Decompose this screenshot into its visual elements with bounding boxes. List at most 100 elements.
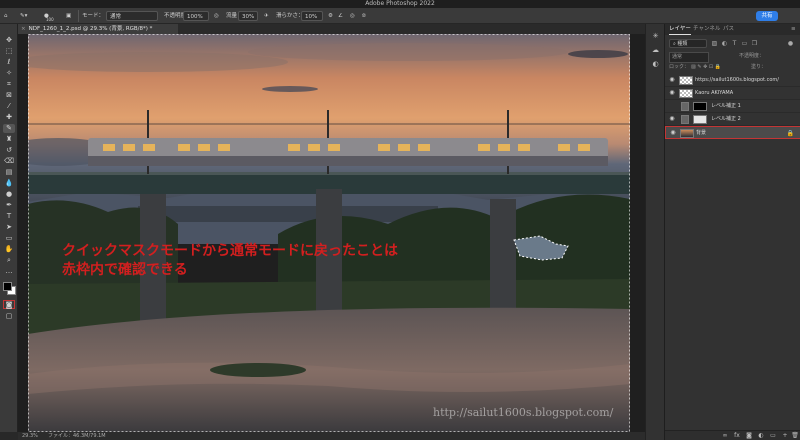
layer-mask-thumbnail[interactable]	[693, 115, 707, 124]
tab-channels[interactable]: チャンネル	[693, 24, 720, 35]
brush-tool-icon[interactable]: ✎	[3, 124, 15, 133]
shape-tool-icon[interactable]: ▭	[3, 234, 15, 243]
tab-layers[interactable]: レイヤー	[669, 24, 691, 35]
foreground-color-swatch[interactable]	[3, 282, 12, 291]
clone-stamp-tool-icon[interactable]: ♜	[3, 135, 15, 144]
layer-name: Kaoru AKIYAMA	[695, 90, 734, 96]
document-tab[interactable]: × NDF_1260_1_2.psd @ 29.3% (背景, RGB/8*) *	[18, 24, 178, 34]
filter-pixel-icon[interactable]: ▨	[711, 39, 718, 48]
adjustment-layer-icon[interactable]: ◐	[757, 432, 765, 440]
annotation-line-1: クイックマスクモードから通常モードに戻ったことは	[62, 243, 398, 259]
move-tool-icon[interactable]: ✥	[3, 36, 15, 45]
lock-row: ロック： ▨ ✎ ✥ ⊡ 🔒 塗り：	[669, 63, 797, 72]
quick-select-tool-icon[interactable]: ✧	[3, 69, 15, 78]
layer-row[interactable]: ◉ Kaoru AKIYAMA	[665, 87, 800, 100]
file-size-info[interactable]: ファイル：46.3M/79.1M	[48, 432, 106, 440]
screen-mode-icon[interactable]: ▢	[3, 312, 15, 321]
adjustment-icon	[681, 102, 689, 111]
lock-icons[interactable]: ▨ ✎ ✥ ⊡ 🔒	[691, 63, 721, 72]
divider	[78, 10, 79, 22]
eraser-tool-icon[interactable]: ⌫	[3, 157, 15, 166]
layer-row[interactable]: レベル補正 1	[665, 100, 800, 113]
filter-smart-object-icon[interactable]: ❐	[751, 39, 758, 48]
pressure-size-icon[interactable]: ◎	[350, 11, 355, 21]
document-tab-bar: × NDF_1260_1_2.psd @ 29.3% (背景, RGB/8*) *	[18, 24, 664, 34]
close-tab-icon[interactable]: ×	[21, 26, 26, 32]
river-rocks	[210, 363, 306, 377]
kind-filter-select[interactable]: ⌕ 種類	[669, 39, 707, 48]
share-button[interactable]: 共有	[756, 11, 778, 21]
properties-panel-icon[interactable]: ✳	[651, 32, 660, 41]
blur-tool-icon[interactable]: 💧	[3, 179, 15, 188]
tools-panel: ✥ ⬚ ℓ ✧ ⌗ ⊠ ⁄ ✚ ✎ ♜ ↺ ⌫ ▤ 💧 ● ✒ T ➤ ▭ ✋ …	[0, 24, 18, 432]
layers-panel: レイヤー チャンネル パス ≡ ⌕ 種類 ▨ ◐ T ▭ ❐ ● 通常 不透明度…	[664, 24, 800, 440]
angle-icon[interactable]: ∠	[338, 11, 343, 21]
brush-settings-icon[interactable]: ▣	[66, 11, 71, 21]
filter-type-icon[interactable]: T	[731, 39, 738, 48]
gradient-tool-icon[interactable]: ▤	[3, 168, 15, 177]
pressure-opacity-icon[interactable]: ◎	[214, 11, 219, 21]
layer-mask-thumbnail[interactable]	[693, 102, 707, 111]
history-brush-tool-icon[interactable]: ↺	[3, 146, 15, 155]
panel-menu-icon[interactable]: ≡	[791, 24, 796, 35]
adjustments-panel-icon[interactable]: ◐	[651, 60, 660, 69]
hand-tool-icon[interactable]: ✋	[3, 245, 15, 254]
home-icon[interactable]: ⌂	[4, 11, 8, 21]
layer-name: レベル補正 2	[711, 116, 741, 122]
eye-icon[interactable]: ◉	[668, 115, 676, 123]
flow-field[interactable]: 30%	[238, 11, 258, 21]
smoothing-options-icon[interactable]: ⚙	[328, 11, 333, 21]
zoom-tool-icon[interactable]: ⌕	[3, 256, 15, 265]
blend-row: 通常 不透明度：	[669, 52, 797, 63]
watermark-text: http://sailut1600s.blogspot.com/	[433, 406, 614, 419]
opacity-field[interactable]: 100%	[183, 11, 209, 21]
mode-label: モード：	[82, 13, 105, 19]
lasso-tool-icon[interactable]: ℓ	[3, 58, 15, 67]
filter-shape-icon[interactable]: ▭	[741, 39, 748, 48]
healing-brush-tool-icon[interactable]: ✚	[3, 113, 15, 122]
photo-canvas[interactable]: クイックマスクモードから通常モードに戻ったことは 赤枠内で確認できる http:…	[28, 34, 630, 432]
layers-panel-footer: ∞ fx ◙ ◐ ▭ + 🗑	[665, 430, 800, 440]
symmetry-icon[interactable]: ⦻	[362, 11, 366, 21]
lock-label: ロック：	[669, 64, 690, 70]
blend-mode-select[interactable]: 通常	[669, 52, 709, 63]
frame-tool-icon[interactable]: ⊠	[3, 91, 15, 100]
panel-tabs: レイヤー チャンネル パス ≡	[665, 24, 800, 35]
trash-icon[interactable]: 🗑	[791, 432, 799, 440]
add-mask-icon[interactable]: ◙	[745, 432, 753, 440]
link-layers-icon[interactable]: ∞	[721, 432, 729, 440]
smoothing-field[interactable]: 10%	[301, 11, 323, 21]
path-select-tool-icon[interactable]: ➤	[3, 223, 15, 232]
new-group-icon[interactable]: ▭	[769, 432, 777, 440]
layer-filter-row: ⌕ 種類 ▨ ◐ T ▭ ❐ ●	[669, 39, 797, 48]
marquee-tool-icon[interactable]: ⬚	[3, 47, 15, 56]
new-layer-icon[interactable]: +	[781, 432, 789, 440]
layer-row[interactable]: ◉ https://sailut1600s.blogspot.com/	[665, 74, 800, 87]
layer-row-selected[interactable]: ◉ 背景 🔒	[665, 126, 800, 139]
tab-paths[interactable]: パス	[723, 24, 734, 35]
dodge-tool-icon[interactable]: ●	[3, 190, 15, 199]
brush-preset-icon[interactable]: ✎▾	[20, 11, 27, 21]
train-lower-body	[88, 156, 608, 166]
more-tools-icon[interactable]: …	[3, 267, 15, 276]
layer-row[interactable]: ◉ レベル補正 2	[665, 113, 800, 126]
libraries-panel-icon[interactable]: ☁	[651, 46, 660, 55]
annotation-line-2: 赤枠内で確認できる	[62, 262, 188, 278]
eyedropper-tool-icon[interactable]: ⁄	[3, 102, 15, 111]
mode-select[interactable]: 通常	[106, 11, 158, 21]
eye-icon[interactable]: ◉	[668, 89, 676, 97]
filter-adjustment-icon[interactable]: ◐	[721, 39, 728, 48]
crop-tool-icon[interactable]: ⌗	[3, 80, 15, 89]
canvas-area[interactable]: クイックマスクモードから通常モードに戻ったことは 赤枠内で確認できる http:…	[18, 34, 664, 432]
filter-toggle-icon[interactable]: ●	[787, 39, 794, 48]
eye-hidden-icon[interactable]	[668, 102, 676, 110]
pen-tool-icon[interactable]: ✒	[3, 201, 15, 210]
layer-style-icon[interactable]: fx	[733, 432, 741, 440]
town	[138, 206, 438, 222]
airbrush-icon[interactable]: ✈	[264, 11, 269, 21]
type-tool-icon[interactable]: T	[3, 212, 15, 221]
eye-icon[interactable]: ◉	[669, 129, 677, 137]
eye-icon[interactable]: ◉	[668, 76, 676, 84]
zoom-level[interactable]: 29.3%	[22, 432, 38, 440]
quick-mask-mode-icon[interactable]: ◙	[3, 300, 15, 309]
